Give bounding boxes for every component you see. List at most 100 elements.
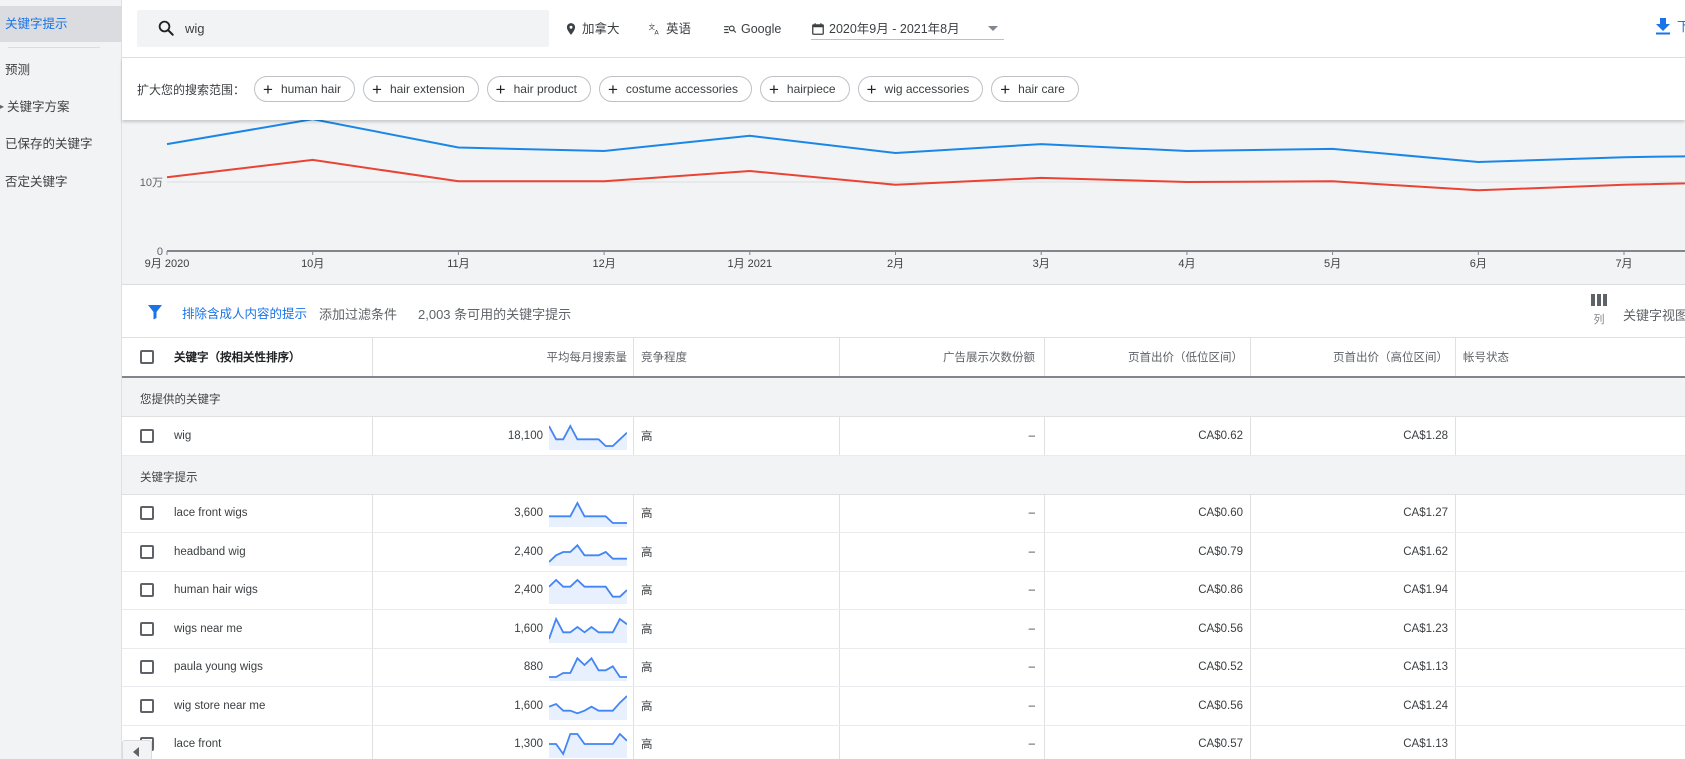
competition-value: 高 <box>641 662 653 675</box>
plus-icon: + <box>768 79 779 99</box>
calendar-icon <box>812 22 824 35</box>
keyword-text: wig <box>174 429 192 442</box>
row-checkbox[interactable] <box>140 660 154 675</box>
chip-hair-product[interactable]: + hair product <box>486 76 591 102</box>
table-row[interactable]: wigs near me 1,600 高 – CA$0.56 CA$1.23 <box>122 610 1685 649</box>
row-checkbox[interactable] <box>140 698 154 713</box>
bid-high-cell: CA$1.13 <box>1251 725 1456 759</box>
keyword-view-button[interactable]: 关键字视图 <box>1623 305 1685 324</box>
bid-low-cell: CA$0.56 <box>1045 687 1251 725</box>
header-label: 页首出价（低位区间） <box>1128 352 1243 364</box>
volume-cell: 1,600 <box>373 687 634 725</box>
download-icon <box>1656 17 1670 34</box>
trend-sparkline <box>549 543 627 566</box>
row-checkbox[interactable] <box>140 544 154 559</box>
row-checkbox[interactable] <box>140 621 154 636</box>
sidebar-item-label: 已保存的关键字 <box>5 137 93 151</box>
x-tick-label: 6月 <box>1470 258 1487 270</box>
chip-label: wig accessories <box>884 82 970 96</box>
header-label: 帐号状态 <box>1463 352 1509 364</box>
bid-low-cell: CA$0.52 <box>1045 648 1251 686</box>
impression-share-value: – <box>1028 699 1035 712</box>
columns-button[interactable]: 列 <box>1584 294 1614 327</box>
table-row[interactable]: wig 18,100 高 – CA$0.62 CA$1.28 <box>122 417 1685 456</box>
impression-share-value: – <box>1028 584 1035 597</box>
add-filter-button[interactable]: 添加过滤条件 <box>319 304 397 323</box>
bid-high-value: CA$1.13 <box>1403 738 1448 751</box>
bid-low-value: CA$0.57 <box>1198 738 1243 751</box>
x-tick-label: 5月 <box>1324 258 1341 270</box>
header-account-status[interactable]: 帐号状态 <box>1456 338 1685 376</box>
competition-value: 高 <box>641 508 653 521</box>
chip-wig-accessories[interactable]: + wig accessories <box>857 76 984 102</box>
sparkline-area <box>549 734 627 759</box>
header-bid-high[interactable]: 页首出价（高位区间） <box>1251 338 1456 376</box>
bid-low-value: CA$0.56 <box>1198 622 1243 635</box>
volume-cell: 1,300 <box>373 725 634 759</box>
header-volume[interactable]: 平均每月搜索量 <box>373 338 634 376</box>
trend-sparkline <box>549 657 627 682</box>
location-selector[interactable]: 加拿大 <box>564 18 620 40</box>
table-row[interactable]: paula young wigs 880 高 – CA$0.52 CA$1.13 <box>122 648 1685 687</box>
bid-high-cell: CA$1.23 <box>1251 610 1456 648</box>
impression-share-value: – <box>1028 661 1035 674</box>
x-tick-label: 7月 <box>1615 258 1632 270</box>
chip-hairpiece[interactable]: + hairpiece <box>759 76 850 102</box>
header-label: 关键字（按相关性排序） <box>174 352 301 364</box>
row-checkbox[interactable] <box>140 583 154 598</box>
plus-icon: + <box>607 79 618 99</box>
keyword-cell: wig store near me <box>122 687 373 725</box>
competition-value: 高 <box>641 739 653 752</box>
sidebar-item-keyword-plans[interactable]: ▸ 关键字方案 <box>0 89 122 125</box>
row-checkbox[interactable] <box>140 428 154 443</box>
chip-costume-accessories[interactable]: + costume accessories <box>598 76 752 102</box>
chip-human-hair[interactable]: + human hair <box>254 76 355 102</box>
filter-icon[interactable] <box>147 304 163 320</box>
date-range-selector[interactable]: 2020年9月 - 2021年8月 <box>811 18 1004 40</box>
table-row[interactable]: lace front 1,300 高 – CA$0.57 CA$1.13 <box>122 725 1685 759</box>
sidebar-item-saved-keywords[interactable]: 已保存的关键字 <box>0 126 122 162</box>
competition-cell: 高 <box>634 610 840 648</box>
header-keyword[interactable]: 关键字（按相关性排序） <box>122 338 373 376</box>
exclude-adult-filter[interactable]: 排除含成人内容的提示 <box>182 303 307 322</box>
scroll-left-button[interactable] <box>122 740 152 759</box>
header-bid-low[interactable]: 页首出价（低位区间） <box>1045 338 1251 376</box>
chip-hair-care[interactable]: + hair care <box>991 76 1079 102</box>
download-button[interactable]: 下 <box>1655 16 1685 35</box>
table-row[interactable]: human hair wigs 2,400 高 – CA$0.86 CA$1.9… <box>122 571 1685 610</box>
bid-low-cell: CA$0.57 <box>1045 725 1251 759</box>
sparkline-area <box>549 618 627 643</box>
volume-cell: 880 <box>373 648 634 686</box>
chip-hair-extension[interactable]: + hair extension <box>363 76 479 102</box>
impression-share-value: – <box>1028 507 1035 520</box>
header-impression-share[interactable]: 广告展示次数份额 <box>840 338 1045 376</box>
network-selector[interactable]: Google <box>723 18 781 40</box>
sidebar-item-keyword-ideas[interactable]: 关键字提示 <box>0 6 122 42</box>
search-input[interactable] <box>185 10 535 47</box>
volume-cell: 18,100 <box>373 417 634 455</box>
bid-high-value: CA$1.23 <box>1403 622 1448 635</box>
select-all-checkbox[interactable] <box>140 350 154 364</box>
table-row[interactable]: headband wig 2,400 高 – CA$0.79 CA$1.62 <box>122 533 1685 572</box>
row-checkbox[interactable] <box>140 506 154 521</box>
impression-share-cell: – <box>840 610 1045 648</box>
volume-value: 1,600 <box>514 699 543 712</box>
table-header: 关键字（按相关性排序） 平均每月搜索量 竞争程度 广告展示次数份额 页首出价（低… <box>122 338 1685 378</box>
search-box[interactable] <box>137 10 549 47</box>
sidebar-divider <box>8 47 100 48</box>
sidebar-item-negative-keywords[interactable]: 否定关键字 <box>0 164 122 200</box>
table-row[interactable]: wig store near me 1,600 高 – CA$0.56 CA$1… <box>122 687 1685 726</box>
language-selector[interactable]: 文A 英语 <box>648 18 691 40</box>
keyword-cell: paula young wigs <box>122 648 373 686</box>
broaden-search-label: 扩大您的搜索范围： <box>137 82 246 97</box>
sidebar: 关键字提示 预测 ▸ 关键字方案 已保存的关键字 否定关键字 <box>0 0 122 759</box>
table-row[interactable]: lace front wigs 3,600 高 – CA$0.60 CA$1.2… <box>122 494 1685 533</box>
account-status-cell <box>1456 533 1685 571</box>
header-label: 页首出价（高位区间） <box>1333 352 1448 364</box>
sidebar-item-forecast[interactable]: 预测 <box>0 52 122 88</box>
header-competition[interactable]: 竞争程度 <box>634 338 840 376</box>
plus-icon: + <box>372 79 382 99</box>
header-label: 广告展示次数份额 <box>943 352 1035 364</box>
volume-value: 18,100 <box>507 429 543 442</box>
sidebar-item-label: 关键字提示 <box>5 17 68 31</box>
